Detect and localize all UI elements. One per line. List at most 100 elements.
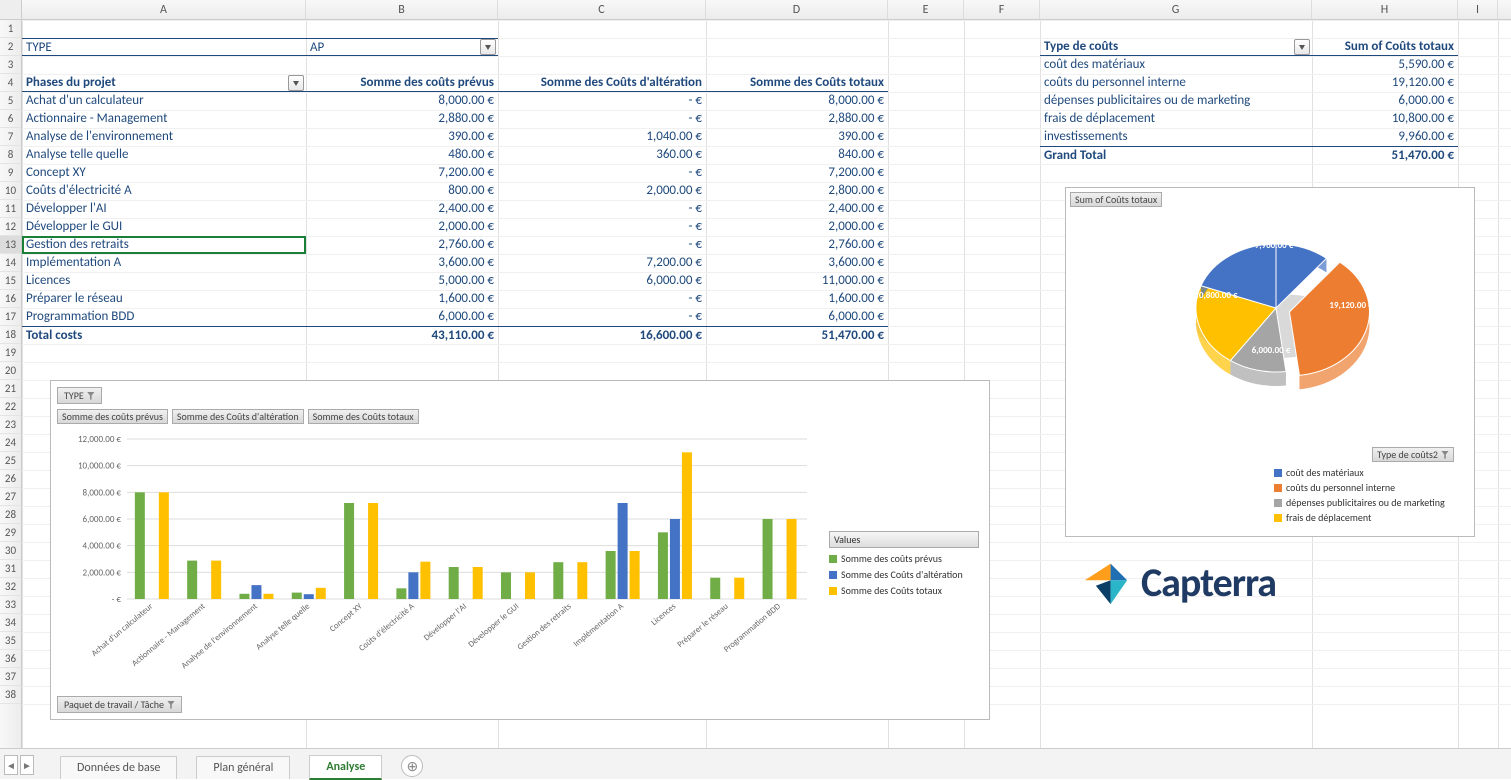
select-all-corner[interactable] xyxy=(0,0,22,19)
cell[interactable]: coûts du personnel interne xyxy=(1040,74,1312,92)
row-header-30[interactable]: 30 xyxy=(0,542,21,560)
cell[interactable]: - € xyxy=(498,110,706,128)
pie-chart-legend-filter-button[interactable]: Type de coûts2 xyxy=(1372,447,1454,462)
row-header-21[interactable]: 21 xyxy=(0,380,21,398)
cell[interactable]: 8,000.00 € xyxy=(306,92,498,110)
col-header-D[interactable]: D xyxy=(706,0,888,19)
cell[interactable]: Coûts d'électricité A xyxy=(22,182,306,200)
row-header-37[interactable]: 37 xyxy=(0,668,21,686)
cell[interactable]: Achat d'un calculateur xyxy=(22,92,306,110)
cell[interactable]: Phases du projet xyxy=(22,74,306,92)
cell[interactable]: 5,000.00 € xyxy=(306,272,498,290)
row-header-33[interactable]: 33 xyxy=(0,596,21,614)
col-header-I[interactable]: I xyxy=(1458,0,1498,19)
col-header-F[interactable]: F xyxy=(964,0,1040,19)
cell[interactable]: 3,600.00 € xyxy=(706,254,888,272)
filter-dropdown-button[interactable] xyxy=(1294,39,1310,55)
cell[interactable]: Actionnaire - Management xyxy=(22,110,306,128)
row-header-29[interactable]: 29 xyxy=(0,524,21,542)
cell[interactable]: 9,960.00 € xyxy=(1312,128,1458,146)
row-header-32[interactable]: 32 xyxy=(0,578,21,596)
cell[interactable]: 1,600.00 € xyxy=(706,290,888,308)
cell[interactable]: 840.00 € xyxy=(706,146,888,164)
col-header-B[interactable]: B xyxy=(306,0,498,19)
cell[interactable]: 11,000.00 € xyxy=(706,272,888,290)
new-sheet-button[interactable]: ⊕ xyxy=(401,755,423,777)
cell[interactable]: Somme des Coûts totaux xyxy=(706,74,888,92)
col-header-A[interactable]: A xyxy=(22,0,306,19)
sheet-nav-prev[interactable]: ◄ xyxy=(4,755,18,775)
bar-chart-series-btn-1[interactable]: Somme des Coûts d'altération xyxy=(172,409,304,424)
cell[interactable]: TYPE xyxy=(22,38,306,56)
cell[interactable]: 51,470.00 € xyxy=(706,326,888,344)
cell[interactable]: Analyse telle quelle xyxy=(22,146,306,164)
cell[interactable]: - € xyxy=(498,200,706,218)
row-header-24[interactable]: 24 xyxy=(0,434,21,452)
row-header-38[interactable]: 38 xyxy=(0,686,21,704)
row-header-12[interactable]: 12 xyxy=(0,218,21,236)
row-header-1[interactable]: 1 xyxy=(0,20,21,38)
cell[interactable]: 1,600.00 € xyxy=(306,290,498,308)
cell[interactable]: 2,000.00 € xyxy=(306,218,498,236)
col-header-G[interactable]: G xyxy=(1040,0,1312,19)
filter-dropdown-button[interactable] xyxy=(288,75,304,91)
sheet-tab-donnees[interactable]: Données de base xyxy=(60,756,177,779)
row-header-6[interactable]: 6 xyxy=(0,110,21,128)
cell[interactable]: 390.00 € xyxy=(706,128,888,146)
cell[interactable]: 480.00 € xyxy=(306,146,498,164)
cell[interactable]: Somme des Coûts d'altération xyxy=(498,74,706,92)
row-header-19[interactable]: 19 xyxy=(0,344,21,362)
row-header-28[interactable]: 28 xyxy=(0,506,21,524)
cell[interactable]: Sum of Coûts totaux xyxy=(1312,38,1458,56)
cell[interactable]: - € xyxy=(498,218,706,236)
row-header-16[interactable]: 16 xyxy=(0,290,21,308)
row-header-2[interactable]: 2 xyxy=(0,38,21,56)
cell[interactable]: 2,880.00 € xyxy=(306,110,498,128)
cell[interactable]: 6,000.00 € xyxy=(306,308,498,326)
cell[interactable]: 6,000.00 € xyxy=(706,308,888,326)
bar-chart-footer-filter-button[interactable]: Paquet de travail / Tâche xyxy=(57,696,182,713)
row-header-3[interactable]: 3 xyxy=(0,56,21,74)
cell[interactable]: 6,000.00 € xyxy=(1312,92,1458,110)
col-header-H[interactable]: H xyxy=(1312,0,1458,19)
row-header-5[interactable]: 5 xyxy=(0,92,21,110)
cell[interactable]: Somme des coûts prévus xyxy=(306,74,498,92)
cell[interactable]: Analyse de l'environnement xyxy=(22,128,306,146)
row-header-25[interactable]: 25 xyxy=(0,452,21,470)
cell[interactable]: frais de déplacement xyxy=(1040,110,1312,128)
cell[interactable]: 360.00 € xyxy=(498,146,706,164)
cell[interactable]: 2,800.00 € xyxy=(706,182,888,200)
col-header-C[interactable]: C xyxy=(498,0,706,19)
cell[interactable]: 7,200.00 € xyxy=(306,164,498,182)
cell[interactable]: Type de coûts xyxy=(1040,38,1312,56)
cell[interactable]: 1,040.00 € xyxy=(498,128,706,146)
cell[interactable]: 5,590.00 € xyxy=(1312,56,1458,74)
bar-chart-type-filter-button[interactable]: TYPE xyxy=(57,387,102,404)
cell[interactable]: Développer le GUI xyxy=(22,218,306,236)
cell[interactable]: Implémentation A xyxy=(22,254,306,272)
row-header-31[interactable]: 31 xyxy=(0,560,21,578)
cell[interactable]: 2,000.00 € xyxy=(706,218,888,236)
filter-dropdown-button[interactable] xyxy=(480,39,496,55)
row-header-35[interactable]: 35 xyxy=(0,632,21,650)
cell[interactable]: - € xyxy=(498,308,706,326)
bar-chart-series-btn-0[interactable]: Somme des coûts prévus xyxy=(57,409,168,424)
cell[interactable]: 2,760.00 € xyxy=(306,236,498,254)
cell[interactable]: AP xyxy=(306,38,498,56)
bar-chart[interactable]: TYPE Somme des coûts prévus Somme des Co… xyxy=(50,380,990,720)
row-header-18[interactable]: 18 xyxy=(0,326,21,344)
cell[interactable]: Licences xyxy=(22,272,306,290)
cell[interactable]: Concept XY xyxy=(22,164,306,182)
row-header-22[interactable]: 22 xyxy=(0,398,21,416)
cell[interactable]: 43,110.00 € xyxy=(306,326,498,344)
sheet-tab-plan[interactable]: Plan général xyxy=(196,756,290,779)
cell[interactable]: 10,800.00 € xyxy=(1312,110,1458,128)
cell[interactable]: - € xyxy=(498,290,706,308)
cell[interactable]: Total costs xyxy=(22,326,306,344)
cell[interactable]: dépenses publicitaires ou de marketing xyxy=(1040,92,1312,110)
cell[interactable]: 19,120.00 € xyxy=(1312,74,1458,92)
row-header-9[interactable]: 9 xyxy=(0,164,21,182)
row-header-23[interactable]: 23 xyxy=(0,416,21,434)
cell[interactable]: Préparer le réseau xyxy=(22,290,306,308)
sheet-nav-next[interactable]: ► xyxy=(20,755,34,775)
